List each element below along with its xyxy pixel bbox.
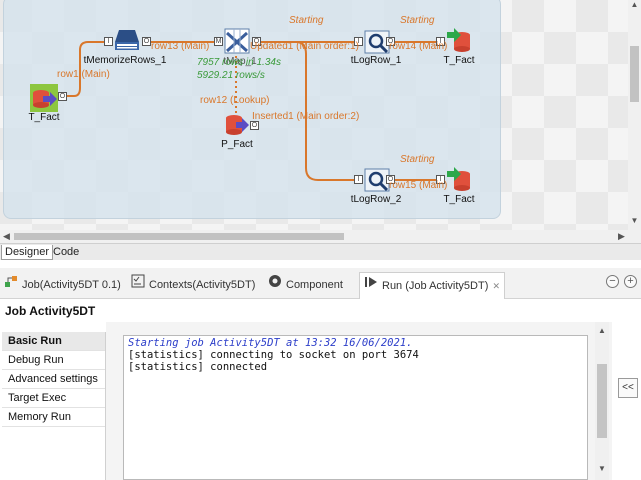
updated-flow-label[interactable]: Updated1 (Main order:1) xyxy=(250,41,359,52)
t-fact-output1-component[interactable] xyxy=(446,28,472,54)
status-starting-label: Starting xyxy=(289,15,324,26)
scroll-up-arrow-icon[interactable]: ▲ xyxy=(595,326,609,335)
canvas-horizontal-scrollbar[interactable]: ◀ ▶ xyxy=(0,230,641,243)
tmemorizerows-label: tMemorizeRows_1 xyxy=(83,55,167,66)
database-lookup-icon xyxy=(226,115,249,135)
tab-component[interactable]: Component xyxy=(268,272,352,299)
database-input-icon xyxy=(30,84,58,112)
maximize-view-button[interactable]: + xyxy=(624,275,637,288)
tmap-icon xyxy=(224,28,250,54)
scroll-thumb[interactable] xyxy=(630,46,639,102)
scroll-right-arrow-icon[interactable]: ▶ xyxy=(618,230,625,243)
designer-canvas[interactable]: O T_Fact I O tMemorizeRows_1 M O tMap_1 … xyxy=(0,0,628,230)
database-output-icon xyxy=(447,28,470,52)
tlogrow1-label: tLogRow_1 xyxy=(350,55,402,66)
collapse-panel-button[interactable]: << xyxy=(618,378,638,398)
job-icon xyxy=(4,272,18,298)
side-item-advanced-settings[interactable]: Advanced settings xyxy=(2,370,105,389)
view-tab-bar: Job(Activity5DT 0.1) Contexts(Activity5D… xyxy=(0,268,641,299)
job-title: Job Activity5DT xyxy=(5,304,96,318)
run-console[interactable]: Starting job Activity5DT at 13:32 16/06/… xyxy=(123,335,588,480)
input-port[interactable]: I xyxy=(354,175,363,184)
canvas-vertical-scrollbar[interactable]: ▲ ▼ xyxy=(628,0,641,230)
scroll-up-arrow-icon[interactable]: ▲ xyxy=(628,0,641,9)
input-port[interactable]: I xyxy=(104,37,113,46)
memorize-rows-icon xyxy=(115,30,139,50)
console-line: [statistics] connecting to socket on por… xyxy=(128,349,419,361)
scroll-left-arrow-icon[interactable]: ◀ xyxy=(3,230,10,243)
t-fact-output2-label: T_Fact xyxy=(443,194,475,205)
tab-component-label: Component xyxy=(286,279,343,291)
output-port[interactable]: O xyxy=(58,92,67,101)
scroll-down-arrow-icon[interactable]: ▼ xyxy=(595,464,609,473)
scroll-thumb[interactable] xyxy=(14,233,344,240)
t-fact-source-label: T_Fact xyxy=(28,112,60,123)
t-fact-source-component[interactable] xyxy=(30,84,58,112)
console-line: [statistics] connected xyxy=(128,361,268,373)
console-line: Starting job Activity5DT at 13:32 16/06/… xyxy=(128,337,413,349)
tab-code[interactable]: Code xyxy=(50,245,82,260)
inserted-flow-label[interactable]: Inserted1 (Main order:2) xyxy=(252,111,359,122)
tab-job[interactable]: Job(Activity5DT 0.1) xyxy=(4,272,126,299)
output-port[interactable]: O xyxy=(250,121,259,130)
p-fact-component[interactable] xyxy=(224,113,250,139)
row12-flow-label[interactable]: row12 (Lookup) xyxy=(200,95,269,106)
tmap-rate-stat: 5929.21 rows/s xyxy=(197,70,265,81)
tab-contexts-label: Contexts(Activity5DT) xyxy=(149,279,256,291)
side-item-memory-run[interactable]: Memory Run xyxy=(2,408,105,427)
tab-job-label: Job(Activity5DT 0.1) xyxy=(22,279,121,291)
editor-tab-bar: Designer Code xyxy=(0,243,641,260)
tlogrow2-label: tLogRow_2 xyxy=(350,194,402,205)
main-input-port[interactable]: M xyxy=(214,37,223,46)
run-panel-scrollbar[interactable]: ▲ ▼ xyxy=(595,322,609,480)
run-icon xyxy=(364,273,378,299)
tmap-component[interactable] xyxy=(224,27,250,55)
minimize-view-button[interactable]: − xyxy=(606,275,619,288)
status-starting-label: Starting xyxy=(400,154,435,165)
row13-flow-label[interactable]: row13 (Main) xyxy=(151,41,209,52)
side-item-target-exec[interactable]: Target Exec xyxy=(2,389,105,408)
row14-flow-label[interactable]: row14 (Main) xyxy=(389,41,447,52)
t-fact-output1-label: T_Fact xyxy=(443,55,475,66)
tab-contexts[interactable]: Contexts(Activity5DT) xyxy=(131,272,261,299)
status-starting-label: Starting xyxy=(400,15,435,26)
component-icon xyxy=(268,272,282,298)
row15-flow-label[interactable]: row15 (Main) xyxy=(389,180,447,191)
tab-run-label: Run (Job Activity5DT) xyxy=(382,280,489,292)
scroll-thumb[interactable] xyxy=(597,364,607,438)
p-fact-label: P_Fact xyxy=(221,139,253,150)
tmemorizerows-component[interactable] xyxy=(114,28,140,54)
run-mode-menu: Basic Run Debug Run Advanced settings Ta… xyxy=(2,332,106,480)
scroll-down-arrow-icon[interactable]: ▼ xyxy=(628,216,641,225)
side-item-debug-run[interactable]: Debug Run xyxy=(2,351,105,370)
row1-flow-label[interactable]: row1 (Main) xyxy=(57,69,110,80)
contexts-icon xyxy=(131,272,145,298)
tab-run[interactable]: Run (Job Activity5DT) ✕ xyxy=(359,272,505,299)
tab-designer[interactable]: Designer xyxy=(1,245,54,260)
database-output-icon xyxy=(447,167,470,191)
side-item-basic-run[interactable]: Basic Run xyxy=(2,332,105,351)
tmap-rows-stat: 7957 rows in 1.34s xyxy=(197,57,281,68)
t-fact-output2-component[interactable] xyxy=(446,167,472,193)
talend-studio-window: O T_Fact I O tMemorizeRows_1 M O tMap_1 … xyxy=(0,0,641,480)
close-icon[interactable]: ✕ xyxy=(492,273,500,299)
output-port[interactable]: O xyxy=(142,37,151,46)
